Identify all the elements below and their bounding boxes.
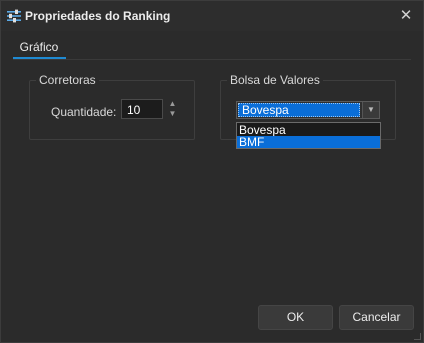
spin-up-icon[interactable]: ▲: [167, 99, 178, 109]
close-icon[interactable]: ✕: [395, 5, 417, 27]
bolsa-dropdown-list: Bovespa BMF: [236, 122, 381, 149]
resize-grip[interactable]: [414, 333, 421, 340]
cancel-button[interactable]: Cancelar: [339, 305, 414, 330]
ok-button[interactable]: OK: [258, 305, 333, 330]
bolsa-selected-value: Bovespa: [238, 103, 360, 117]
quantity-label: Quantidade:: [51, 105, 117, 119]
dropdown-option-bmf[interactable]: BMF: [237, 136, 380, 148]
tab-grafico[interactable]: Gráfico: [13, 38, 65, 58]
tab-divider: [13, 59, 411, 60]
bolsa-legend: Bolsa de Valores: [227, 73, 323, 87]
title-bar[interactable]: Propriedades do Ranking ✕: [1, 1, 423, 31]
spin-down-icon[interactable]: ▼: [167, 109, 178, 119]
chevron-down-icon[interactable]: ▼: [362, 102, 379, 118]
bolsa-select[interactable]: Bovespa ▼: [236, 101, 380, 119]
properties-dialog: Propriedades do Ranking ✕ Gráfico Corret…: [0, 0, 424, 343]
quantity-input[interactable]: 10: [121, 99, 163, 119]
window-title: Propriedades do Ranking: [25, 9, 171, 23]
corretoras-legend: Corretoras: [36, 73, 99, 87]
sliders-icon: [6, 8, 22, 24]
